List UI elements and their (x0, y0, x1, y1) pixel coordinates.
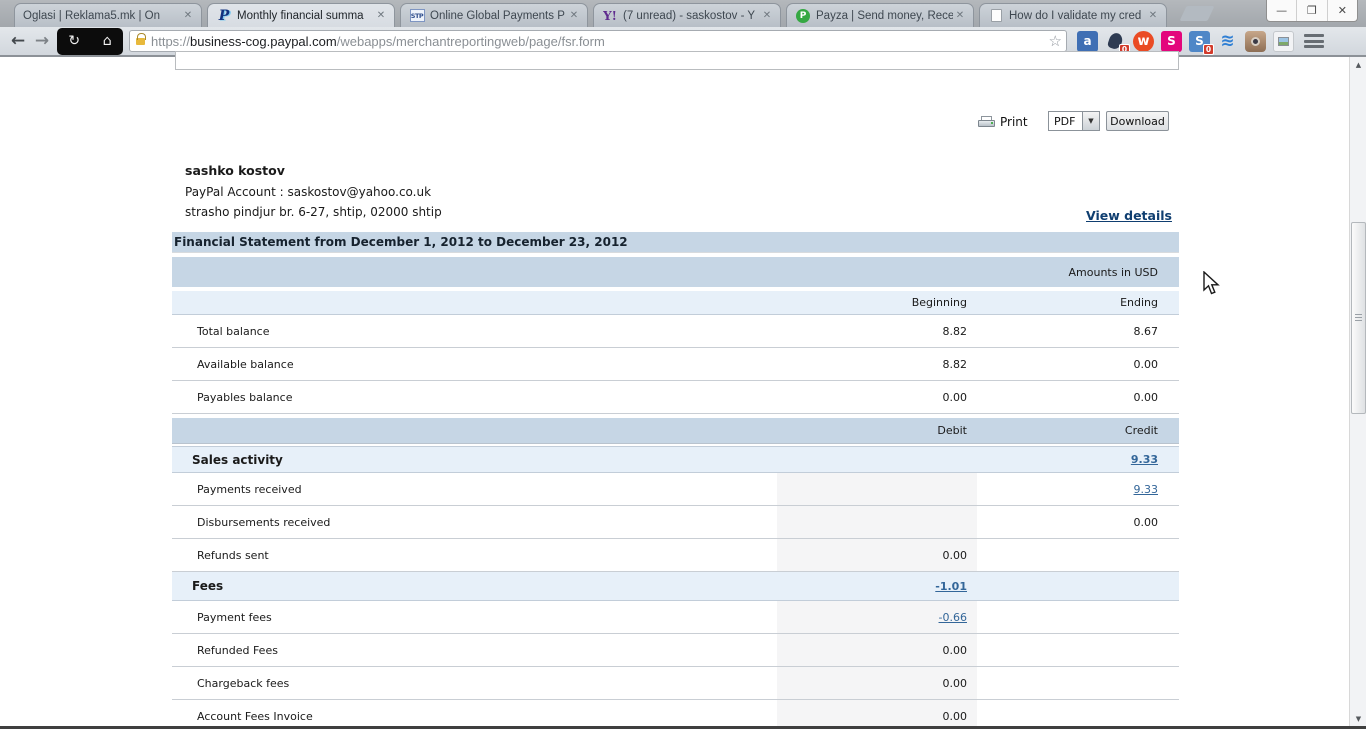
fees-total-link[interactable]: -1.01 (935, 580, 967, 593)
table-row-account-fees-invoice: Account Fees Invoice 0.00 (172, 700, 1179, 729)
back-button[interactable]: ← (6, 31, 30, 51)
tab-oglasi[interactable]: Oglasi | Reklama5.mk | On ✕ (14, 3, 202, 27)
amounts-note-band: Amounts in USD (172, 257, 1179, 287)
format-selected-value: PDF (1054, 115, 1076, 128)
financial-statement-table: Financial Statement from December 1, 201… (172, 232, 1179, 729)
scroll-down-icon[interactable]: ▼ (1350, 711, 1366, 726)
tab-yahoo-mail[interactable]: Y! (7 unread) - saskostov - Y ✕ (593, 3, 781, 27)
tab-title: How do I validate my cred (1009, 9, 1142, 22)
bookmark-star-icon[interactable]: ☆ (1049, 32, 1062, 50)
tab-close-icon[interactable]: ✕ (181, 9, 195, 23)
section-row-sales-activity: Sales activity 9.33 (172, 446, 1179, 473)
table-row-chargeback-fees: Chargeback fees 0.00 (172, 667, 1179, 700)
debit-credit-header-row: Debit Credit (172, 418, 1179, 444)
tab-title: (7 unread) - saskostov - Y (623, 9, 756, 22)
mouse-cursor (1203, 271, 1220, 295)
view-details-link[interactable]: View details (1086, 208, 1172, 223)
section-row-fees: Fees -1.01 (172, 572, 1179, 601)
close-button[interactable]: ✕ (1328, 0, 1357, 21)
table-row-disbursements-received: Disbursements received 0.00 (172, 506, 1179, 539)
home-icon[interactable]: ⌂ (103, 33, 112, 49)
amounts-note: Amounts in USD (1068, 265, 1158, 279)
tab-validate-credit[interactable]: How do I validate my cred ✕ (979, 3, 1167, 27)
scrollbar-thumb[interactable] (1351, 222, 1366, 414)
restore-button[interactable]: ❐ (1297, 0, 1328, 21)
format-select[interactable]: PDF ▼ (1048, 111, 1100, 131)
extension-waves-icon[interactable]: ≋ (1217, 31, 1238, 52)
tab-close-icon[interactable]: ✕ (1146, 9, 1160, 23)
page-content: Print PDF ▼ Download sashko kostov PayPa… (0, 51, 1366, 729)
extension-blue-a-icon[interactable]: a (1077, 30, 1098, 52)
table-row-payables-balance: Payables balance 0.00 0.00 (172, 381, 1179, 414)
paypal-account-line: PayPal Account : saskostov@yahoo.co.uk (185, 185, 432, 199)
tab-payza[interactable]: P Payza | Send money, Rece ✕ (786, 3, 974, 27)
tab-online-global-payments[interactable]: STP Online Global Payments P ✕ (400, 3, 588, 27)
url-text: https://business-cog.paypal.com/webapps/… (151, 33, 605, 49)
paypal-favicon-icon: P (218, 7, 230, 24)
instagram-icon[interactable] (1245, 30, 1266, 52)
table-row-refunded-fees: Refunded Fees 0.00 (172, 634, 1179, 667)
tab-close-icon[interactable]: ✕ (760, 9, 774, 23)
forward-button[interactable]: → (30, 31, 54, 51)
payment-fees-link[interactable]: -0.66 (939, 611, 967, 624)
browser-window: Oglasi | Reklama5.mk | On ✕ P Monthly fi… (0, 0, 1366, 729)
reload-icon[interactable]: ↻ (68, 33, 80, 49)
page-favicon-icon (988, 8, 1004, 24)
print-link[interactable]: Print (1000, 115, 1028, 129)
extension-blue-s-icon[interactable]: S0 (1189, 30, 1214, 55)
extension-image-tool-icon[interactable] (1273, 30, 1294, 52)
tab-close-icon[interactable]: ✕ (567, 9, 581, 23)
payza-favicon-icon: P (795, 8, 811, 24)
tab-title: Oglasi | Reklama5.mk | On (23, 9, 160, 22)
balance-header-row: Beginning Ending (172, 291, 1179, 315)
printer-icon[interactable] (978, 115, 995, 129)
tab-close-icon[interactable]: ✕ (953, 9, 967, 23)
yahoo-favicon-icon: Y! (603, 8, 617, 23)
table-row-payments-received: Payments received 9.33 (172, 473, 1179, 506)
sales-activity-total-link[interactable]: 9.33 (1131, 453, 1158, 466)
chrome-menu-icon[interactable] (1302, 32, 1326, 50)
stumbleupon-icon[interactable]: w (1133, 30, 1154, 52)
titlebar: Oglasi | Reklama5.mk | On ✕ P Monthly fi… (0, 0, 1366, 27)
ssl-padlock-icon[interactable] (136, 32, 146, 45)
extension-drop-icon[interactable]: 0 (1105, 31, 1130, 55)
tab-title: Online Global Payments P (430, 9, 565, 22)
extension-pink-s-icon[interactable]: S (1161, 30, 1182, 52)
reload-home-group: ↻ ⌂ (57, 27, 123, 55)
download-button[interactable]: Download (1106, 111, 1169, 131)
minimize-button[interactable]: — (1267, 0, 1298, 21)
account-info: sashko kostov PayPal Account : saskostov… (185, 161, 442, 222)
vertical-scrollbar[interactable]: ▲ ▼ (1349, 57, 1366, 729)
stp-favicon-icon: STP (409, 8, 425, 24)
chevron-down-icon[interactable]: ▼ (1082, 112, 1099, 130)
window-controls: — ❐ ✕ (1266, 0, 1358, 22)
table-row-refunds-sent: Refunds sent 0.00 (172, 539, 1179, 572)
ending-header: Ending (1120, 296, 1158, 309)
scrolled-section-remnant (175, 51, 1179, 70)
tab-monthly-financial-summary[interactable]: P Monthly financial summa ✕ (207, 3, 395, 27)
table-row-payment-fees: Payment fees -0.66 (172, 601, 1179, 634)
beginning-header: Beginning (911, 296, 967, 309)
table-row-total-balance: Total balance 8.82 8.67 (172, 315, 1179, 348)
payments-received-link[interactable]: 9.33 (1134, 483, 1159, 496)
account-holder-name: sashko kostov (185, 163, 285, 178)
tab-title: Monthly financial summa (237, 9, 364, 22)
tab-title: Payza | Send money, Rece (816, 9, 953, 22)
export-controls: Print PDF ▼ Download (978, 111, 1178, 133)
table-row-available-balance: Available balance 8.82 0.00 (172, 348, 1179, 381)
debit-header: Debit (937, 424, 967, 437)
extension-icons: a 0 w S S0 ≋ (1077, 30, 1294, 55)
statement-title: Financial Statement from December 1, 201… (172, 232, 1179, 252)
address-bar[interactable]: https://business-cog.paypal.com/webapps/… (129, 30, 1067, 52)
new-tab-button[interactable] (1179, 6, 1215, 21)
tab-close-icon[interactable]: ✕ (374, 9, 388, 23)
account-address-line: strasho pindjur br. 6-27, shtip, 02000 s… (185, 205, 442, 219)
credit-header: Credit (1124, 424, 1158, 437)
scroll-up-icon[interactable]: ▲ (1350, 57, 1366, 72)
